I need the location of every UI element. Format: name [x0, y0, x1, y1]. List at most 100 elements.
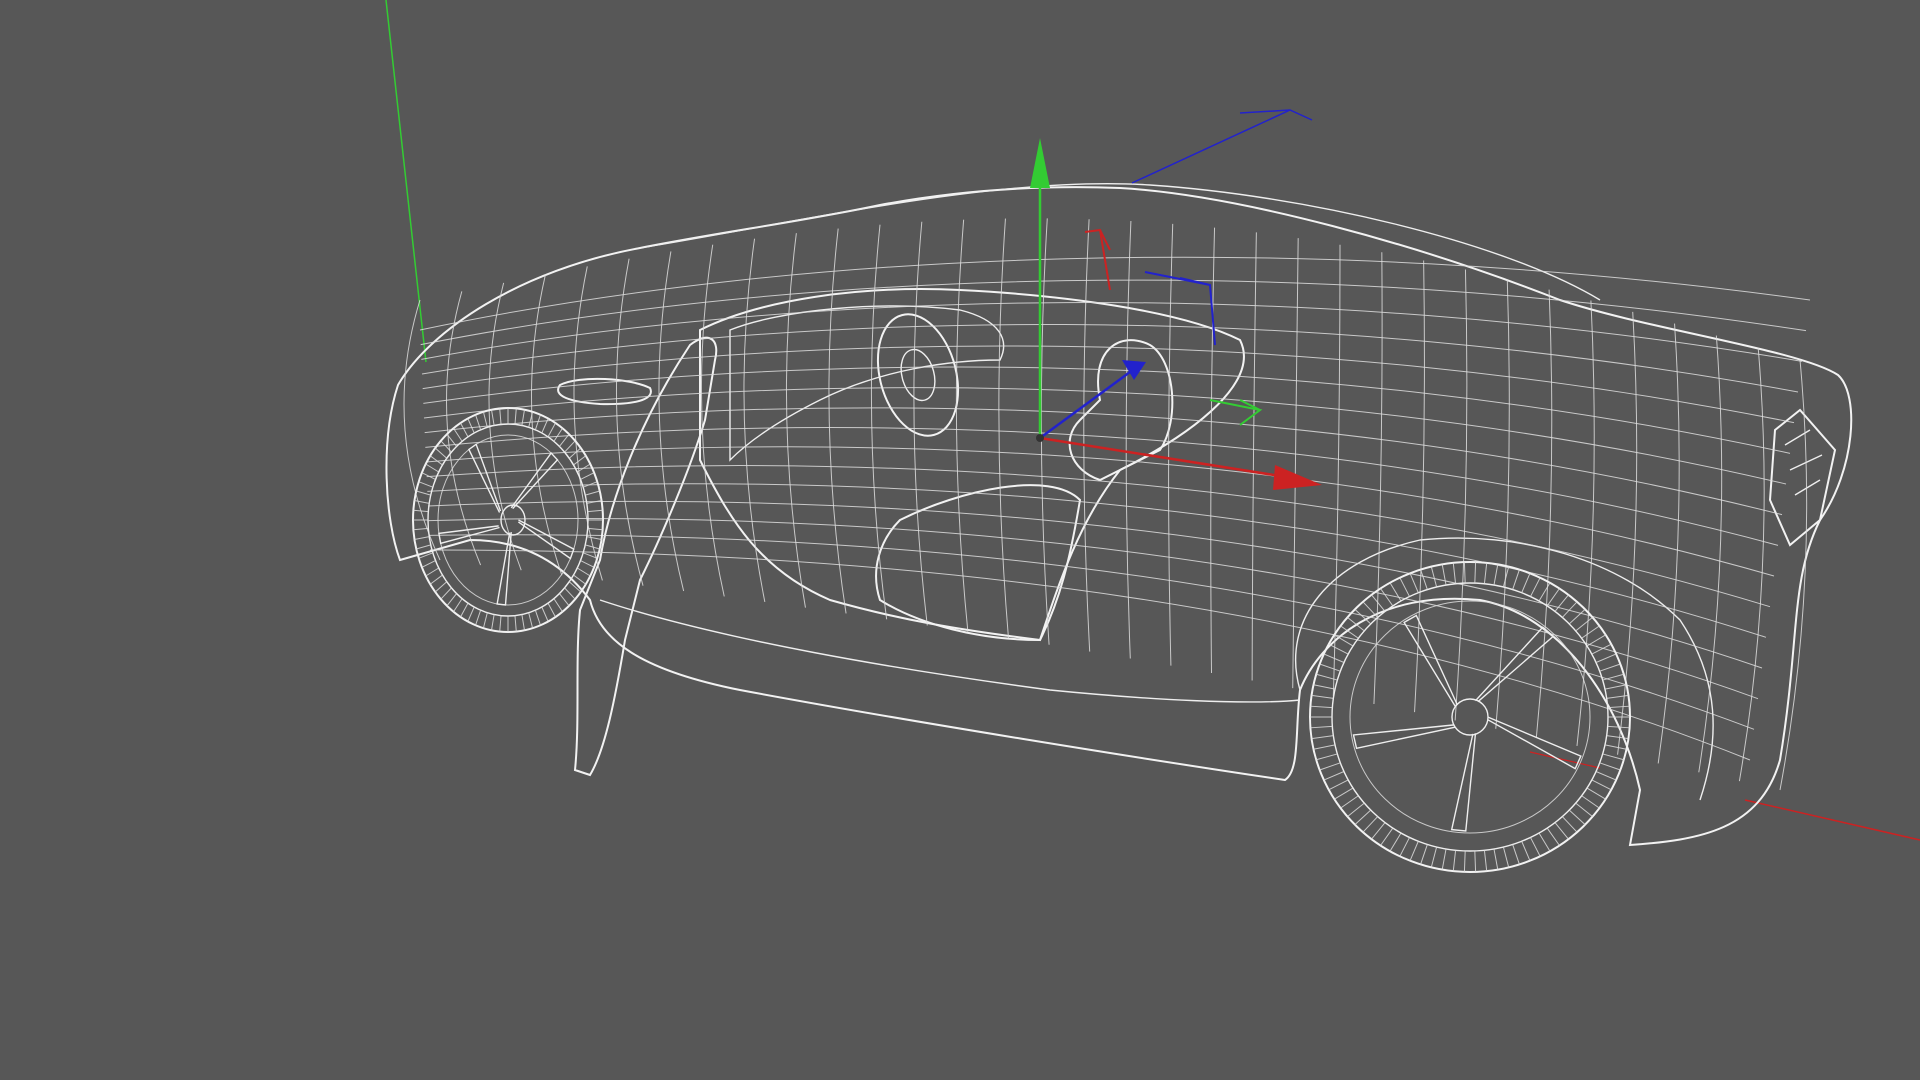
tread-line: [580, 472, 595, 480]
mesh-line-vertical: [913, 221, 928, 626]
mesh-line-vertical: [1125, 221, 1132, 659]
3d-viewport[interactable]: [0, 0, 1920, 1080]
tread-line: [541, 606, 549, 622]
tread-line: [1538, 832, 1551, 852]
tread-line: [467, 418, 475, 434]
tread-line: [1599, 663, 1621, 672]
rear-tire-tread: [1310, 562, 1630, 872]
tread-line: [475, 610, 482, 626]
tread-line: [1554, 594, 1569, 612]
seat-front: [1068, 339, 1174, 482]
tread-line: [1347, 802, 1365, 818]
tread-line: [1512, 844, 1520, 865]
mesh-line-vertical: [998, 218, 1009, 639]
tread-line: [1310, 705, 1333, 709]
tread-line: [553, 598, 563, 613]
tread-line: [1546, 588, 1560, 607]
tread-line: [1530, 577, 1541, 597]
tread-line: [1340, 795, 1359, 809]
mesh-line-vertical: [1292, 238, 1299, 689]
tread-line: [453, 427, 463, 442]
tread-line: [1604, 744, 1627, 750]
mesh-line-vertical: [1414, 260, 1425, 713]
tread-line: [586, 536, 602, 540]
tread-line: [1595, 771, 1617, 781]
tread-line: [460, 602, 469, 618]
tread-line: [1512, 569, 1520, 590]
tread-line: [564, 440, 576, 453]
mesh-line-horizontal: [429, 549, 1751, 761]
tread-line: [1502, 846, 1510, 868]
wireframe-scene[interactable]: [0, 0, 1920, 1080]
tread-line: [564, 587, 576, 600]
gizmo-center[interactable]: [1036, 434, 1044, 442]
tread-line: [1323, 771, 1345, 781]
tread-line: [1328, 643, 1349, 655]
tread-line: [1389, 832, 1402, 852]
rear-wheel-spokes: [1352, 614, 1582, 832]
tread-line: [1399, 837, 1410, 857]
wheel-spoke: [517, 519, 575, 560]
car-wireframe-model[interactable]: [385, 182, 1853, 873]
tread-line: [1586, 634, 1606, 647]
tread-line: [1554, 822, 1569, 840]
tread-line: [1493, 564, 1499, 586]
world-y-axis-line: [385, 0, 427, 363]
tread-line: [1586, 787, 1606, 800]
tread-line: [460, 422, 469, 438]
tread-line: [1430, 566, 1438, 588]
tread-line: [467, 606, 475, 622]
tread-line: [580, 560, 595, 568]
steering-wheel-hub: [900, 348, 936, 402]
mesh-line-horizontal: [429, 534, 1755, 730]
pivot-x-axis: [1084, 228, 1111, 291]
tread-line: [1441, 848, 1447, 870]
mesh-line-vertical: [828, 228, 847, 614]
tread-line: [547, 422, 556, 438]
tread-line: [1362, 816, 1379, 833]
tread-line: [1311, 694, 1334, 699]
cockpit-opening: [699, 288, 1245, 642]
mesh-line-vertical: [1168, 223, 1174, 666]
tread-line: [1568, 608, 1586, 625]
tread-line: [1319, 762, 1341, 771]
wheel-spoke: [1352, 724, 1456, 750]
tread-line: [1581, 625, 1600, 639]
tread-line: [421, 560, 436, 568]
rear-wheel[interactable]: [1309, 561, 1631, 873]
tread-line: [577, 567, 591, 577]
tread-line: [1409, 573, 1419, 593]
rear-tire-inner: [1331, 582, 1609, 852]
tread-line: [1591, 779, 1612, 791]
gizmo-x-arrow-head[interactable]: [1273, 465, 1322, 490]
world-x-axis-line-rear: [1529, 751, 1601, 769]
rear-tire-outer: [1309, 561, 1631, 873]
tread-line: [1313, 684, 1336, 690]
tread-line: [1430, 846, 1438, 868]
tread-line: [1602, 753, 1624, 761]
mesh-line-vertical: [1657, 323, 1680, 764]
tread-line: [1568, 809, 1586, 826]
tread-line: [482, 612, 488, 629]
tread-line: [1380, 588, 1394, 607]
mesh-line-vertical: [1535, 289, 1553, 738]
tread-line: [1575, 616, 1593, 632]
mesh-line-horizontal: [420, 279, 1807, 346]
mesh-line-horizontal: [423, 366, 1791, 454]
gizmo-y-arrow-head[interactable]: [1030, 138, 1050, 188]
tread-line: [573, 455, 587, 466]
gizmo-z-tip: [1239, 109, 1313, 121]
mesh-line-vertical: [573, 266, 603, 581]
tread-line: [1604, 684, 1627, 690]
tread-line: [1420, 569, 1428, 590]
tread-line: [482, 411, 488, 428]
tread-line: [1546, 827, 1560, 846]
world-x-axis-line: [1744, 799, 1920, 841]
tread-line: [1362, 601, 1379, 618]
tread-line: [547, 602, 556, 618]
tread-line: [1316, 753, 1338, 761]
side-rocker-line: [599, 599, 1301, 703]
tread-line: [434, 581, 448, 593]
tread-line: [1530, 837, 1541, 857]
tread-line: [514, 615, 517, 632]
